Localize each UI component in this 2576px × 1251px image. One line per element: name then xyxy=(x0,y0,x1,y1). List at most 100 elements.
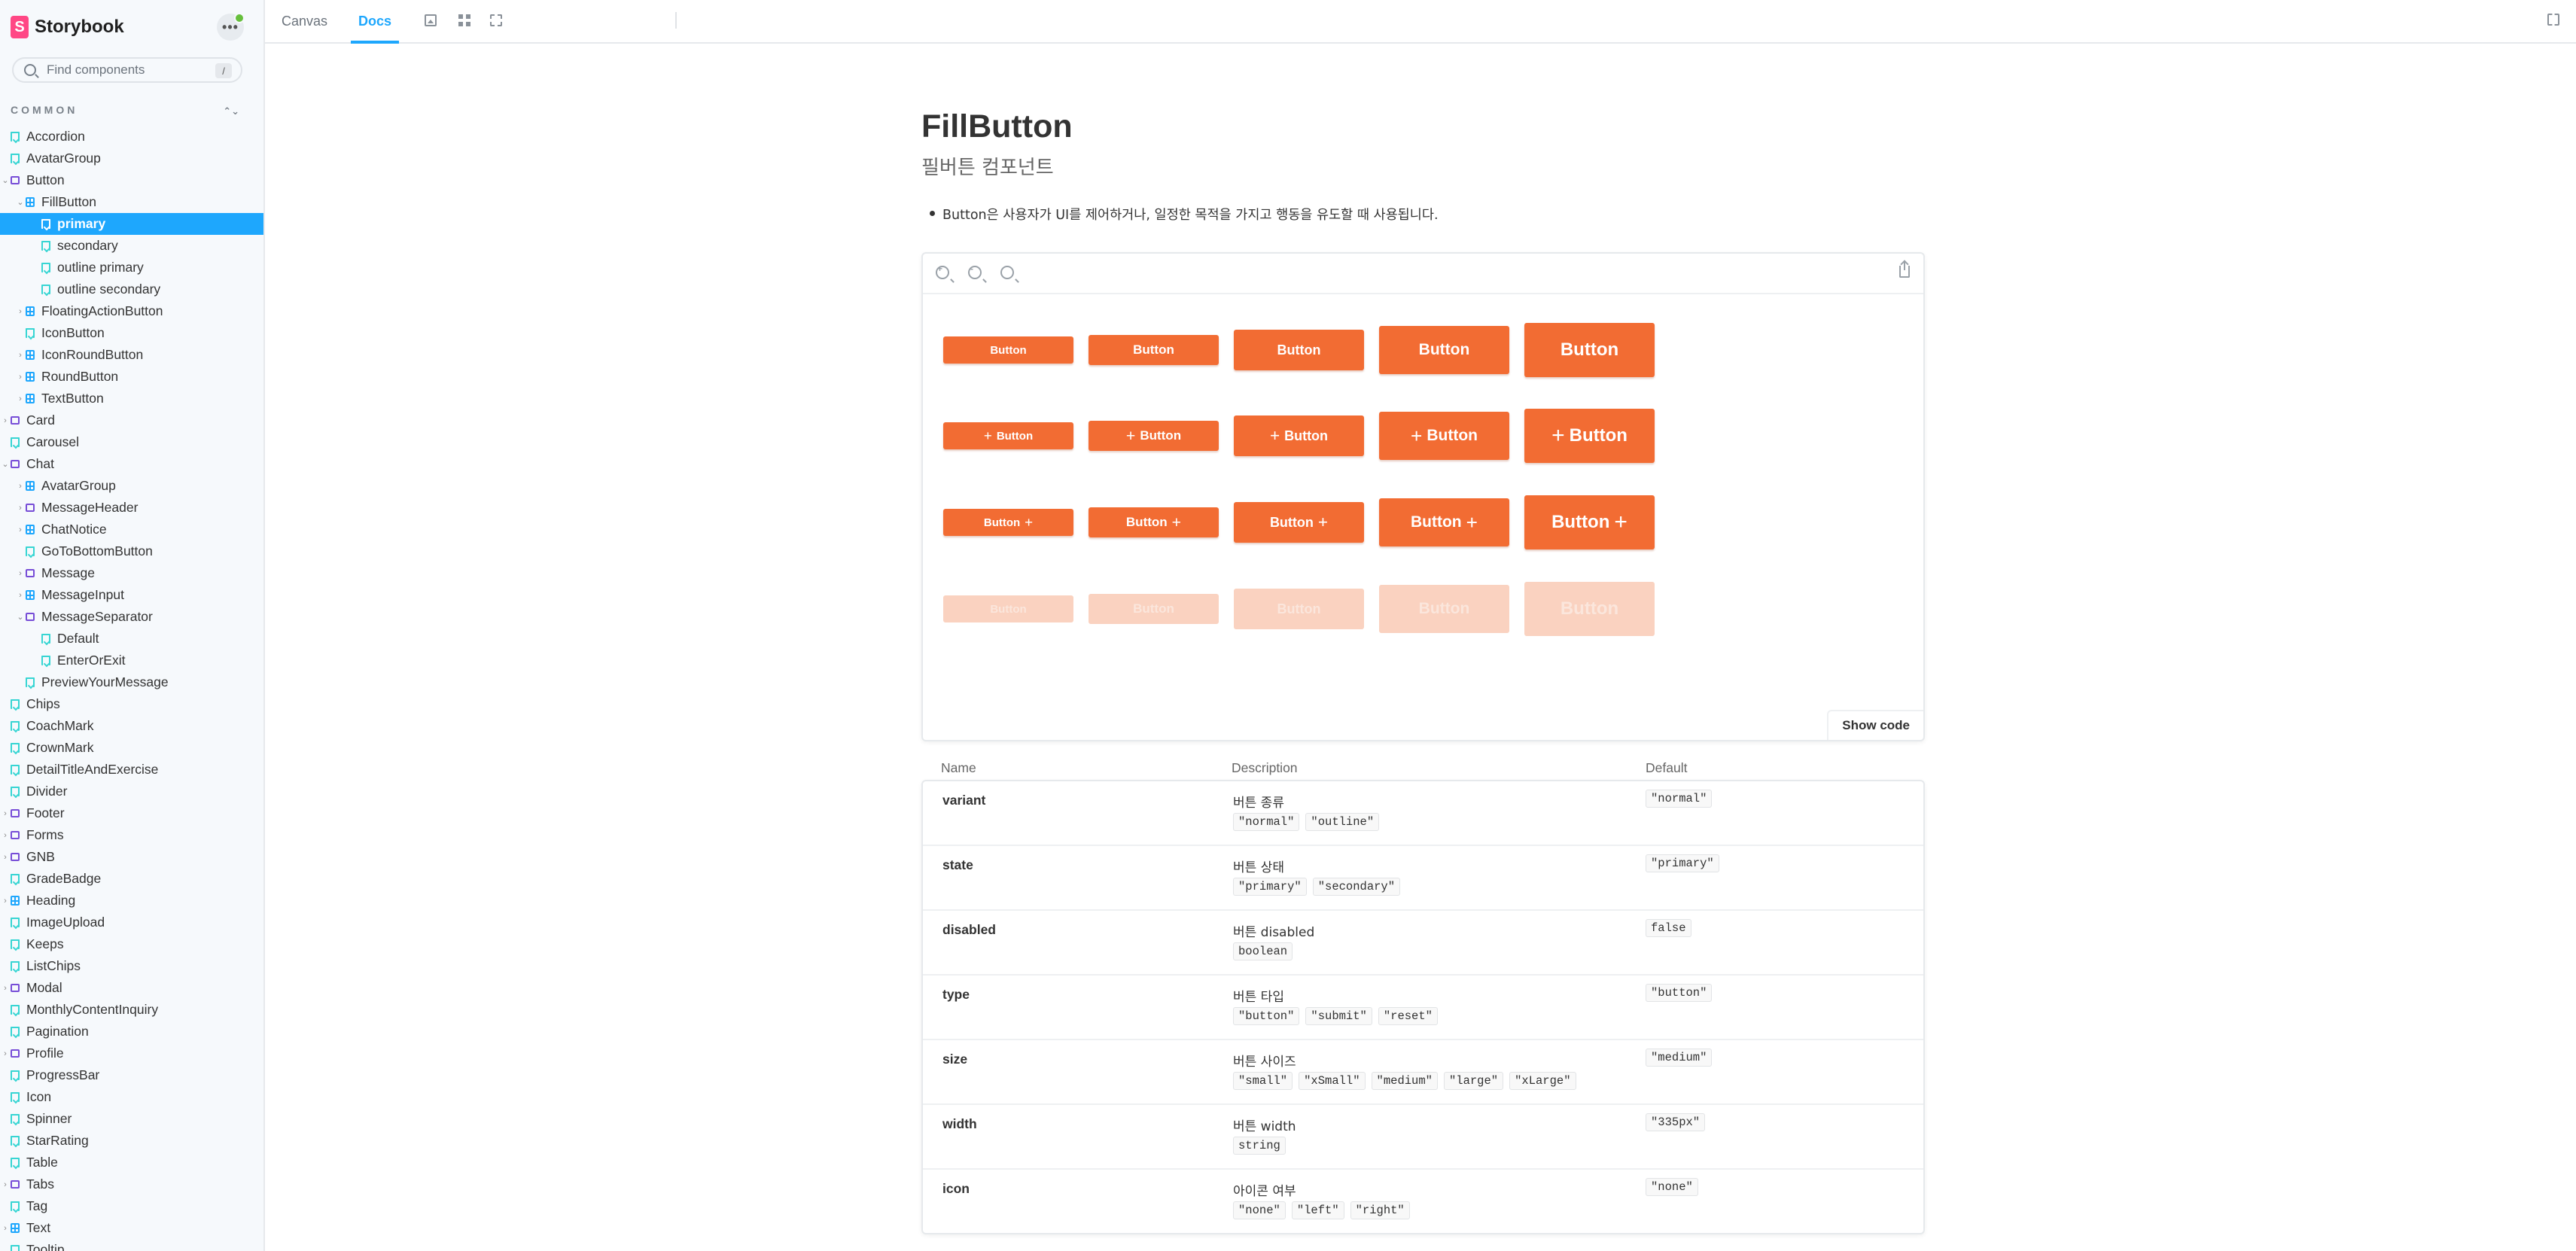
chevron-right-icon[interactable]: › xyxy=(2,416,9,425)
sidebar-item-messageinput[interactable]: › MessageInput xyxy=(0,584,263,606)
expand-collapse-icon[interactable]: ⌃⌄ xyxy=(223,105,239,117)
chevron-right-icon[interactable]: › xyxy=(17,482,24,491)
grid-icon[interactable] xyxy=(458,14,470,26)
chevron-right-icon[interactable]: › xyxy=(2,1049,9,1058)
sidebar-item-tabs[interactable]: › Tabs xyxy=(0,1173,263,1195)
sidebar-item-table[interactable]: Table xyxy=(0,1152,263,1173)
fill-button-icon-right-size-4[interactable]: Button + xyxy=(1379,498,1509,546)
show-code-button[interactable]: Show code xyxy=(1827,710,1923,740)
chevron-down-icon[interactable]: ⌄ xyxy=(17,612,24,622)
sidebar-item-text[interactable]: › Text xyxy=(0,1217,263,1239)
sidebar-item-listchips[interactable]: ListChips xyxy=(0,955,263,977)
fill-button-icon-left-size-1[interactable]: + Button xyxy=(943,422,1073,449)
fill-button-plain-size-1[interactable]: Button xyxy=(943,336,1073,364)
sidebar-item-starrating[interactable]: StarRating xyxy=(0,1130,263,1152)
chevron-right-icon[interactable]: › xyxy=(2,896,9,906)
sidebar-item-profile[interactable]: › Profile xyxy=(0,1042,263,1064)
sidebar-item-imageupload[interactable]: ImageUpload xyxy=(0,912,263,933)
chevron-right-icon[interactable]: › xyxy=(2,853,9,862)
fill-button-plain-size-5[interactable]: Button xyxy=(1524,323,1655,377)
fill-button-icon-left-size-5[interactable]: + Button xyxy=(1524,409,1655,463)
sidebar-item-iconbutton[interactable]: IconButton xyxy=(0,322,263,344)
sidebar-item-default[interactable]: Default xyxy=(0,628,263,650)
sidebar-item-secondary[interactable]: secondary xyxy=(0,235,263,257)
zoom-reset-icon[interactable] xyxy=(1000,266,1014,279)
chevron-right-icon[interactable]: › xyxy=(2,831,9,840)
zoom-in-icon[interactable]: + xyxy=(936,263,949,279)
sidebar-item-detailtitleandexercise[interactable]: DetailTitleAndExercise xyxy=(0,759,263,781)
sidebar-item-modal[interactable]: › Modal xyxy=(0,977,263,999)
chevron-right-icon[interactable]: › xyxy=(2,809,9,818)
chevron-right-icon[interactable]: › xyxy=(17,307,24,316)
chevron-right-icon[interactable]: › xyxy=(17,591,24,600)
sidebar-item-crownmark[interactable]: CrownMark xyxy=(0,737,263,759)
sidebar-item-monthlycontentinquiry[interactable]: MonthlyContentInquiry xyxy=(0,999,263,1021)
search-box[interactable]: / xyxy=(12,57,242,83)
sidebar-item-card[interactable]: › Card xyxy=(0,409,263,431)
sidebar-item-tooltip[interactable]: Tooltip xyxy=(0,1239,263,1251)
storybook-brand[interactable]: S Storybook xyxy=(11,15,124,39)
sidebar-item-tag[interactable]: Tag xyxy=(0,1195,263,1217)
chevron-down-icon[interactable]: ⌄ xyxy=(2,459,9,469)
fill-button-icon-left-size-4[interactable]: + Button xyxy=(1379,412,1509,460)
fill-button-plain-size-3[interactable]: Button xyxy=(1234,330,1364,370)
sidebar-item-textbutton[interactable]: › TextButton xyxy=(0,388,263,409)
fill-button-plain-size-4[interactable]: Button xyxy=(1379,326,1509,374)
sidebar-item-divider[interactable]: Divider xyxy=(0,781,263,802)
sidebar-item-gotobottombutton[interactable]: GoToBottomButton xyxy=(0,540,263,562)
chevron-right-icon[interactable]: › xyxy=(2,1224,9,1233)
chevron-right-icon[interactable]: › xyxy=(17,373,24,382)
chevron-right-icon[interactable]: › xyxy=(17,394,24,403)
sidebar-item-icon[interactable]: Icon xyxy=(0,1086,263,1108)
sidebar-item-carousel[interactable]: Carousel xyxy=(0,431,263,453)
sidebar-item-footer[interactable]: › Footer xyxy=(0,802,263,824)
outline-icon[interactable] xyxy=(490,14,502,26)
fill-button-icon-right-size-5[interactable]: Button + xyxy=(1524,495,1655,549)
search-input[interactable] xyxy=(45,62,206,78)
sidebar-item-iconroundbutton[interactable]: › IconRoundButton xyxy=(0,344,263,366)
fill-button-icon-left-size-3[interactable]: + Button xyxy=(1234,415,1364,456)
tab-canvas[interactable]: Canvas xyxy=(282,0,327,42)
chevron-down-icon[interactable]: ⌄ xyxy=(17,197,24,207)
sidebar-item-outline-secondary[interactable]: outline secondary xyxy=(0,279,263,300)
sidebar-item-roundbutton[interactable]: › RoundButton xyxy=(0,366,263,388)
sidebar-menu-button[interactable]: ••• xyxy=(217,13,245,41)
sidebar-item-enterorexit[interactable]: EnterOrExit xyxy=(0,650,263,671)
sidebar-item-floatingactionbutton[interactable]: › FloatingActionButton xyxy=(0,300,263,322)
chevron-down-icon[interactable]: ⌄ xyxy=(2,175,9,185)
fill-button-icon-left-size-2[interactable]: + Button xyxy=(1089,421,1219,451)
sidebar-item-gradebadge[interactable]: GradeBadge xyxy=(0,868,263,890)
chevron-right-icon[interactable]: › xyxy=(17,569,24,578)
fullscreen-icon[interactable] xyxy=(2547,14,2559,26)
fill-button-icon-right-size-3[interactable]: Button + xyxy=(1234,502,1364,543)
sidebar-item-heading[interactable]: › Heading xyxy=(0,890,263,912)
sidebar-item-chat[interactable]: ⌄ Chat xyxy=(0,453,263,475)
sidebar-item-forms[interactable]: › Forms xyxy=(0,824,263,846)
sidebar-item-progressbar[interactable]: ProgressBar xyxy=(0,1064,263,1086)
sidebar-item-coachmark[interactable]: CoachMark xyxy=(0,715,263,737)
sidebar-group-common[interactable]: COMMON ⌃⌄ xyxy=(11,104,244,119)
fill-button-plain-size-2[interactable]: Button xyxy=(1089,335,1219,365)
sidebar-item-pagination[interactable]: Pagination xyxy=(0,1021,263,1042)
chevron-right-icon[interactable]: › xyxy=(17,504,24,513)
sidebar-item-messageheader[interactable]: › MessageHeader xyxy=(0,497,263,519)
sidebar-item-avatargroup[interactable]: › AvatarGroup xyxy=(0,475,263,497)
sidebar-item-chatnotice[interactable]: › ChatNotice xyxy=(0,519,263,540)
image-icon[interactable] xyxy=(425,14,437,26)
sidebar-item-spinner[interactable]: Spinner xyxy=(0,1108,263,1130)
share-icon[interactable] xyxy=(1899,261,1910,278)
sidebar-item-primary[interactable]: primary xyxy=(0,213,263,235)
sidebar-item-fillbutton[interactable]: ⌄ FillButton xyxy=(0,191,263,213)
sidebar-item-messageseparator[interactable]: ⌄ MessageSeparator xyxy=(0,606,263,628)
chevron-right-icon[interactable]: › xyxy=(17,351,24,360)
sidebar-item-avatargroup[interactable]: AvatarGroup xyxy=(0,148,263,169)
sidebar-item-outline-primary[interactable]: outline primary xyxy=(0,257,263,279)
sidebar-item-gnb[interactable]: › GNB xyxy=(0,846,263,868)
sidebar-item-keeps[interactable]: Keeps xyxy=(0,933,263,955)
sidebar-item-previewyourmessage[interactable]: PreviewYourMessage xyxy=(0,671,263,693)
sidebar-item-accordion[interactable]: Accordion xyxy=(0,126,263,148)
sidebar-item-chips[interactable]: Chips xyxy=(0,693,263,715)
fill-button-icon-right-size-1[interactable]: Button + xyxy=(943,509,1073,536)
chevron-right-icon[interactable]: › xyxy=(17,525,24,534)
tab-docs[interactable]: Docs xyxy=(350,0,400,44)
